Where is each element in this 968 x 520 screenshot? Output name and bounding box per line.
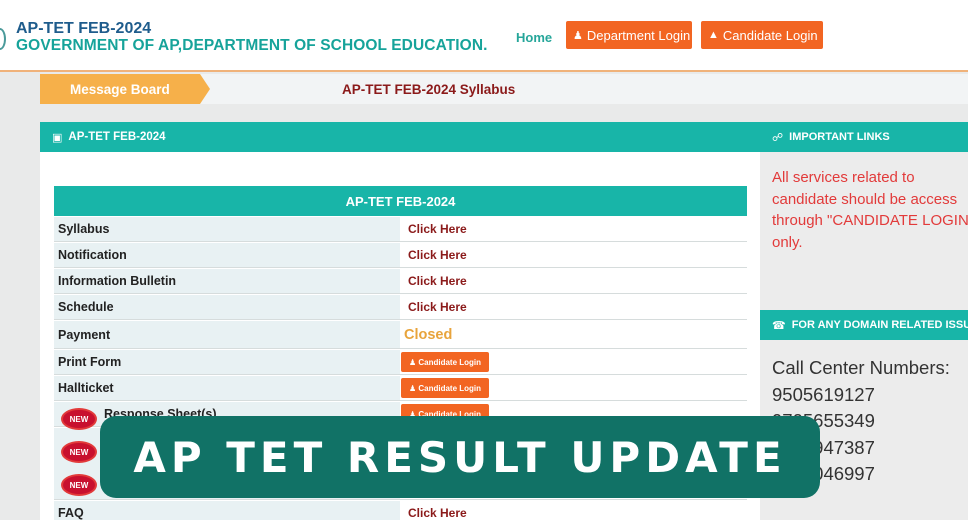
hallticket-login-button[interactable]: ♟ Candidate Login: [401, 378, 489, 398]
main-panel-title: AP-TET FEB-2024: [68, 131, 166, 143]
domain-issues-heading: ☎ FOR ANY DOMAIN RELATED ISSUES: [760, 310, 968, 340]
new-badge: NEW: [63, 476, 95, 494]
main-panel-heading: ▣ AP-TET FEB-2024: [40, 122, 760, 152]
row-label: Information Bulletin: [54, 269, 400, 293]
table-row: Hallticket ♟ Candidate Login: [54, 376, 747, 401]
row-label: Schedule: [54, 295, 400, 319]
graduation-cap-icon: ▲: [708, 29, 719, 41]
row-label: Syllabus: [54, 217, 400, 241]
row-label: Hallticket: [54, 376, 400, 400]
phone-icon: ☎: [772, 319, 786, 332]
message-board-text[interactable]: AP-TET FEB-2024 Syllabus: [342, 82, 515, 97]
syllabus-link[interactable]: Click Here: [408, 222, 467, 236]
table-title: AP-TET FEB-2024: [54, 186, 747, 216]
id-card-icon: ▣: [52, 131, 63, 144]
nav-home-link[interactable]: Home: [516, 30, 552, 45]
row-label: Print Form: [54, 350, 400, 374]
button-label: Candidate Login: [418, 383, 482, 393]
table-row: Schedule Click Here: [54, 295, 747, 320]
important-links-title: IMPORTANT LINKS: [789, 131, 890, 143]
new-badge: NEW: [63, 443, 95, 461]
table-row: FAQ Click Here: [54, 501, 747, 520]
row-label: FAQ: [54, 501, 400, 520]
row-label: Notification: [54, 243, 400, 267]
new-badge: NEW: [63, 410, 95, 428]
table-row: Syllabus Click Here: [54, 217, 747, 242]
payment-status: Closed: [404, 326, 453, 343]
important-links-text: All services related to candidate should…: [772, 169, 968, 251]
information-bulletin-link[interactable]: Click Here: [408, 274, 467, 288]
schedule-link[interactable]: Click Here: [408, 300, 467, 314]
table-row: Notification Click Here: [54, 243, 747, 268]
site-title: AP-TET FEB-2024: [16, 20, 152, 37]
logo-icon: [0, 28, 6, 50]
table-row: Print Form ♟ Candidate Login: [54, 350, 747, 375]
table-row: Information Bulletin Click Here: [54, 269, 747, 294]
banner-text: AP TET RESULT UPDATE: [133, 432, 787, 482]
print-form-login-button[interactable]: ♟ Candidate Login: [401, 352, 489, 372]
message-board-label: Message Board: [40, 74, 210, 104]
notification-link[interactable]: Click Here: [408, 248, 467, 262]
important-links-heading: ☍ IMPORTANT LINKS: [760, 122, 968, 152]
table-row: Payment Closed: [54, 321, 747, 349]
call-center-title: Call Center Numbers:: [772, 357, 950, 378]
message-board: Message Board AP-TET FEB-2024 Syllabus: [40, 74, 968, 104]
faq-link[interactable]: Click Here: [408, 506, 467, 520]
user-icon: ♟: [408, 383, 419, 393]
site-subtitle: GOVERNMENT OF AP,DEPARTMENT OF SCHOOL ED…: [16, 37, 488, 54]
result-update-banner: AP TET RESULT UPDATE: [100, 416, 820, 498]
row-label: Payment: [54, 321, 400, 348]
user-icon: ♟: [573, 29, 583, 42]
department-login-button[interactable]: ♟ Department Login: [566, 21, 692, 49]
call-center-number: 9505619127: [772, 384, 875, 405]
user-icon: ♟: [408, 357, 419, 367]
domain-issues-title: FOR ANY DOMAIN RELATED ISSUES: [791, 319, 968, 331]
candidate-login-button[interactable]: ▲ Candidate Login: [701, 21, 823, 49]
department-login-label: Department Login: [586, 27, 691, 43]
link-icon: ☍: [772, 131, 784, 144]
button-label: Candidate Login: [418, 357, 482, 367]
site-header: AP-TET FEB-2024 GOVERNMENT OF AP,DEPARTM…: [0, 0, 968, 72]
candidate-login-label: Candidate Login: [722, 27, 818, 43]
